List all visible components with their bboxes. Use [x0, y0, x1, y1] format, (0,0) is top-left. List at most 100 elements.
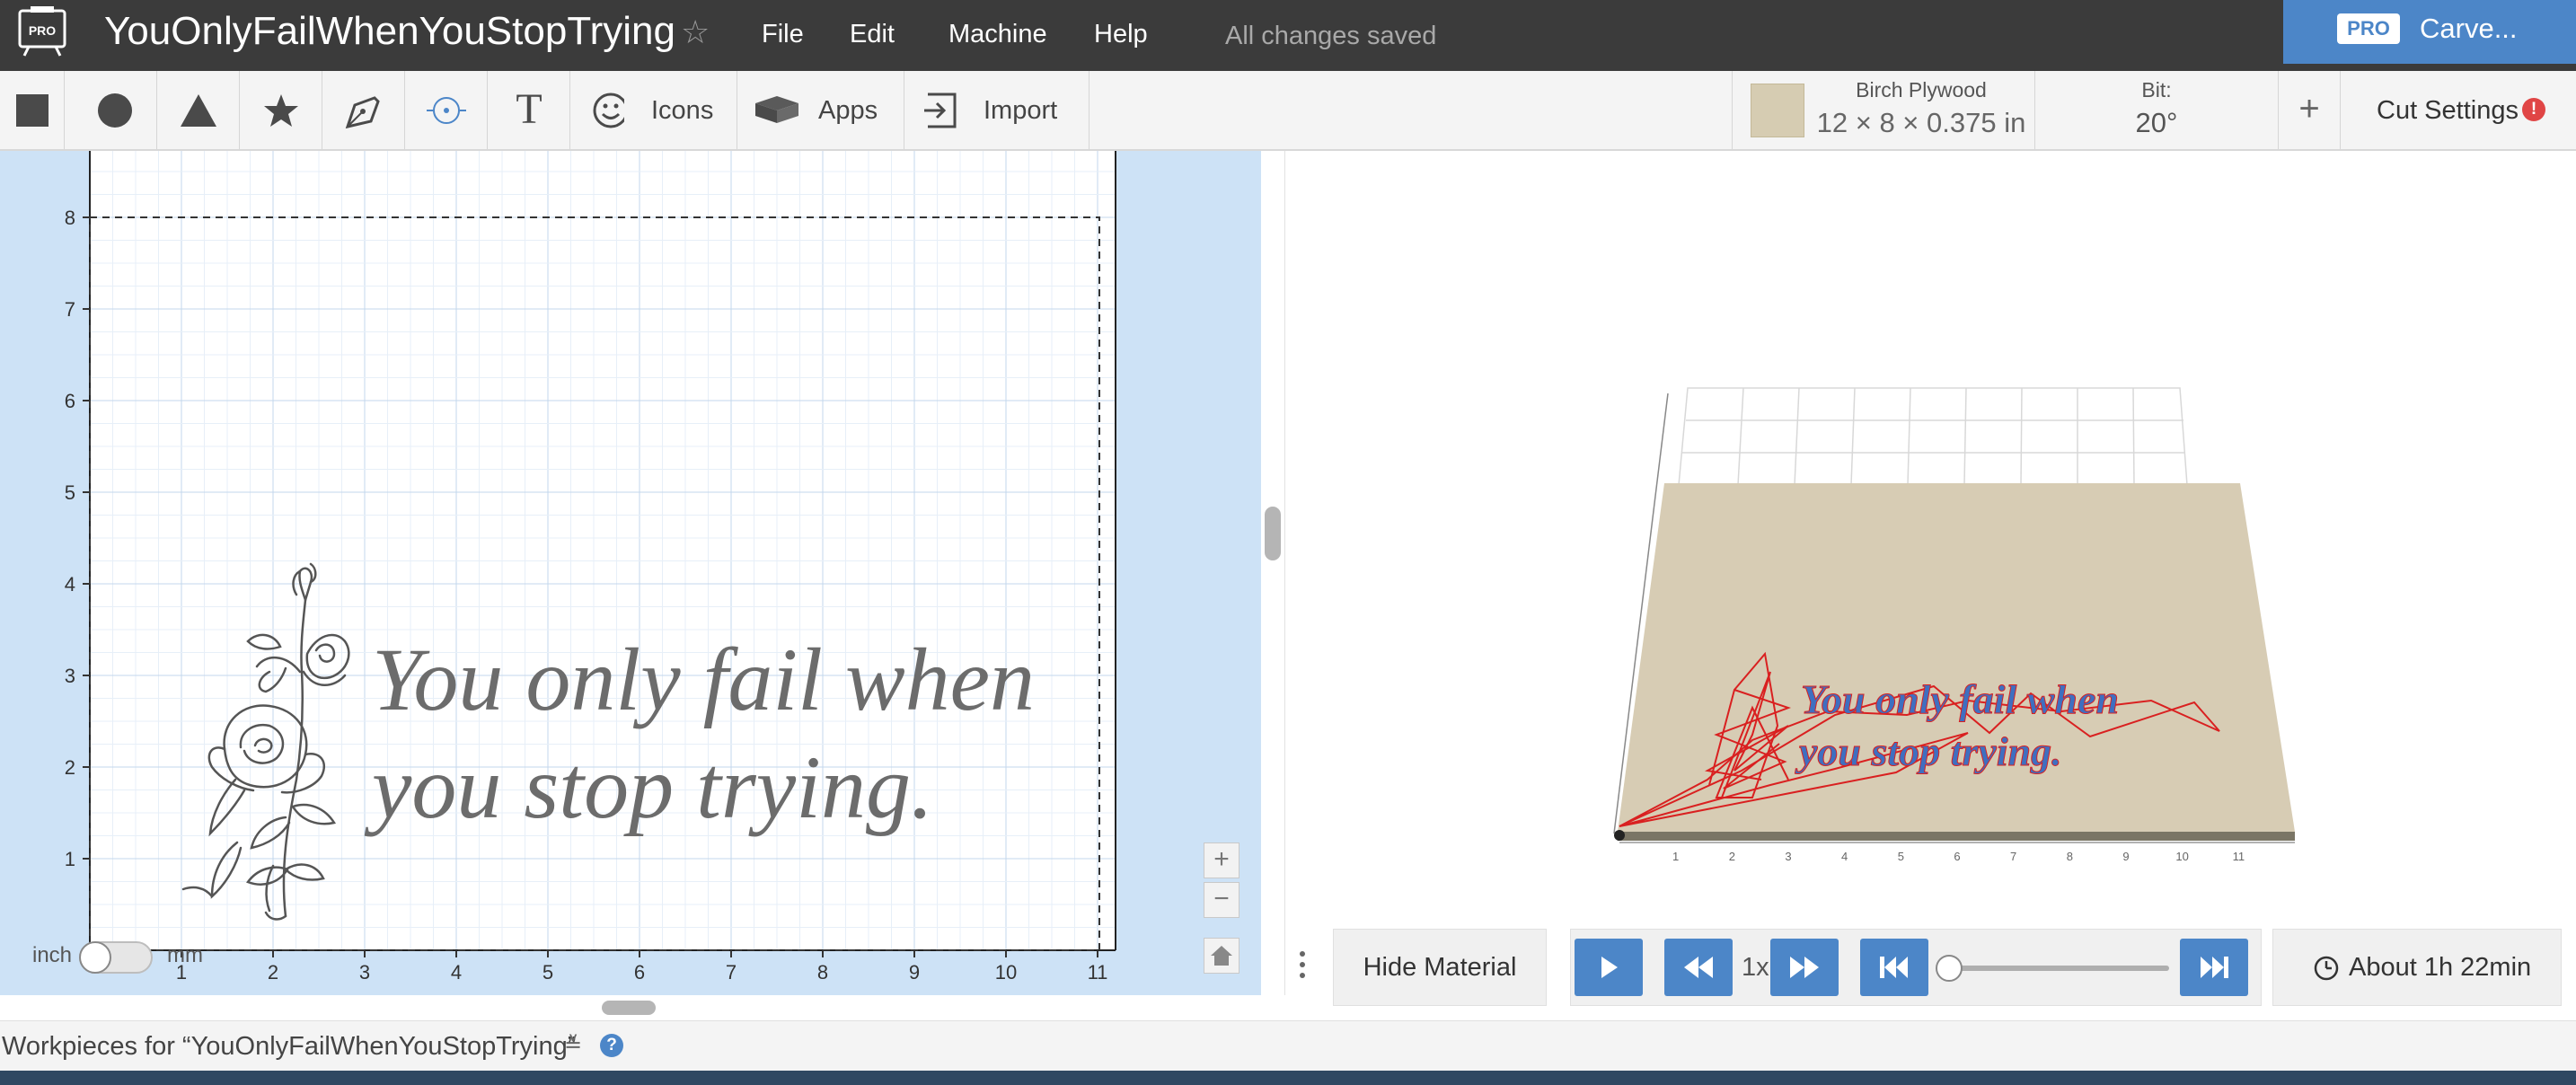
preview-x-tick-label: 5: [1898, 850, 1904, 863]
carved-text-line2: you stop trying.: [1795, 728, 2062, 774]
rewind-button[interactable]: [1664, 939, 1733, 996]
y-tick-label: 1: [65, 848, 75, 870]
add-bit-button[interactable]: +: [2278, 71, 2341, 149]
bit-label: Bit:: [2141, 78, 2172, 101]
pen-icon: [345, 96, 380, 129]
material-selector[interactable]: Birch Plywood 12 × 8 × 0.375 in: [1732, 71, 2035, 149]
import-tool[interactable]: Import: [904, 71, 1090, 149]
preview-x-tick-label: 4: [1841, 850, 1848, 863]
carve-button-label: Carve...: [2420, 13, 2518, 44]
x-tick-label: 10: [995, 961, 1017, 984]
skip-end-icon: [2201, 957, 2228, 978]
apps-tool[interactable]: Apps: [737, 71, 904, 149]
time-estimate[interactable]: About 1h 22min: [2272, 929, 2562, 1006]
material-swatch: [1751, 84, 1804, 137]
document-title[interactable]: YouOnlyFailWhenYouStopTrying: [104, 5, 675, 57]
carve-button[interactable]: PRO Carve...: [2283, 0, 2576, 64]
x-tick-label: 2: [268, 961, 278, 984]
app-logo-icon[interactable]: PRO: [16, 5, 68, 57]
warning-icon: !: [2522, 98, 2545, 121]
workpieces-bar: Workpieces for “YouOnlyFailWhenYouStopTr…: [0, 1020, 2576, 1071]
y-tick-label: 5: [65, 481, 75, 504]
design-text-line2[interactable]: you stop trying.: [364, 737, 933, 837]
skip-to-start-button[interactable]: [1860, 939, 1928, 996]
design-canvas[interactable]: 123456789101112345678: [0, 151, 1261, 995]
menu-machine[interactable]: Machine: [948, 18, 1047, 50]
triangle-icon: [181, 94, 216, 127]
3d-preview-svg: 1 2 3 4 5 6 7 8 9 10 11 You only fail when you sto…: [1613, 387, 2295, 863]
hide-material-button[interactable]: Hide Material: [1333, 929, 1547, 1006]
pen-tool[interactable]: [322, 71, 405, 149]
preview-x-tick-label: 7: [2010, 850, 2016, 863]
footer-strip: [0, 1071, 2576, 1085]
cut-settings-button[interactable]: Cut Settings: [2377, 94, 2519, 127]
x-tick-label: 9: [909, 961, 920, 984]
fast-forward-button[interactable]: [1770, 939, 1839, 996]
circle-tool[interactable]: [65, 71, 157, 149]
title-bar: PRO YouOnlyFailWhenYouStopTrying ☆ File …: [0, 0, 2576, 71]
play-button[interactable]: [1575, 939, 1643, 996]
3d-preview-panel[interactable]: 1 2 3 4 5 6 7 8 9 10 11 You only fail when you sto…: [1284, 151, 2576, 995]
material-board-edge: [1618, 832, 2295, 841]
material-name: Birch Plywood: [1856, 78, 1987, 101]
carved-text-line1: You only fail when: [1801, 676, 2119, 722]
triangle-tool[interactable]: [157, 71, 240, 149]
vertical-splitter-handle[interactable]: [1265, 507, 1281, 560]
star-icon: [264, 94, 298, 127]
y-tick-label: 8: [65, 207, 75, 229]
progress-slider-knob[interactable]: [1936, 955, 1963, 982]
preview-x-tick-label: 1: [1672, 850, 1679, 863]
speed-label[interactable]: 1x: [1742, 951, 1769, 984]
unit-mm-label: mm: [167, 943, 203, 967]
text-tool[interactable]: T: [488, 71, 570, 149]
zoom-in-button[interactable]: +: [1204, 842, 1239, 878]
y-tick-label: 3: [65, 665, 75, 687]
x-tick-label: 3: [359, 961, 370, 984]
material-board-top: [1618, 483, 2295, 832]
help-icon[interactable]: ?: [600, 1034, 623, 1057]
menu-edit[interactable]: Edit: [850, 18, 895, 50]
zoom-out-button[interactable]: −: [1204, 882, 1239, 918]
x-tick-label: 6: [634, 961, 645, 984]
preview-x-tick-label: 2: [1729, 850, 1735, 863]
home-view-button[interactable]: [1204, 938, 1239, 974]
y-tick-label: 6: [65, 390, 75, 412]
favorite-star-icon[interactable]: ☆: [681, 13, 710, 52]
pro-badge: PRO: [2337, 13, 2400, 44]
star-tool[interactable]: [240, 71, 322, 149]
unit-inch-label: inch: [32, 943, 73, 967]
skip-start-icon: [1880, 957, 1908, 978]
design-text-line1[interactable]: You only fail when: [372, 630, 1035, 729]
apps-blocks-icon: [755, 96, 798, 123]
origin-marker: [1614, 830, 1625, 841]
drag-handle-icon[interactable]: [1297, 948, 1308, 981]
x-tick-label: 4: [451, 961, 462, 984]
target-tool[interactable]: [405, 71, 488, 149]
square-tool[interactable]: [0, 71, 65, 149]
preview-x-tick-label: 6: [1954, 850, 1960, 863]
y-tick-label: 4: [65, 573, 75, 595]
target-icon: [427, 97, 466, 124]
icons-tool[interactable]: Icons: [570, 71, 737, 149]
home-icon: [1211, 946, 1232, 966]
skip-to-end-button[interactable]: [2180, 939, 2248, 996]
workpieces-label[interactable]: Workpieces for “YouOnlyFailWhenYouStopTr…: [2, 1030, 576, 1063]
x-tick-label: 11: [1088, 961, 1108, 984]
horizontal-scrollbar[interactable]: [602, 1001, 656, 1015]
toolbar: T Icons Apps Import Birch Plywood 12 × 8…: [0, 71, 2576, 151]
circle-icon: [98, 93, 132, 128]
unit-switch-knob: [79, 941, 111, 974]
chevron-down-icon[interactable]: ≚: [564, 1032, 582, 1058]
unit-switch[interactable]: [79, 941, 153, 974]
progress-slider-track[interactable]: [1945, 966, 2169, 971]
menu-file[interactable]: File: [762, 18, 804, 50]
preview-x-tick-label: 8: [2067, 850, 2073, 863]
playback-controls: 1x: [1570, 929, 2262, 1006]
rewind-icon: [1684, 957, 1713, 978]
smiley-icon: [593, 93, 624, 128]
material-size: 12 × 8 × 0.375 in: [1816, 107, 2026, 138]
menu-help[interactable]: Help: [1094, 18, 1148, 50]
preview-back-grid: [1678, 387, 2188, 486]
save-status: All changes saved: [1225, 22, 1437, 50]
bit-selector[interactable]: Bit: 20°: [2035, 71, 2278, 149]
